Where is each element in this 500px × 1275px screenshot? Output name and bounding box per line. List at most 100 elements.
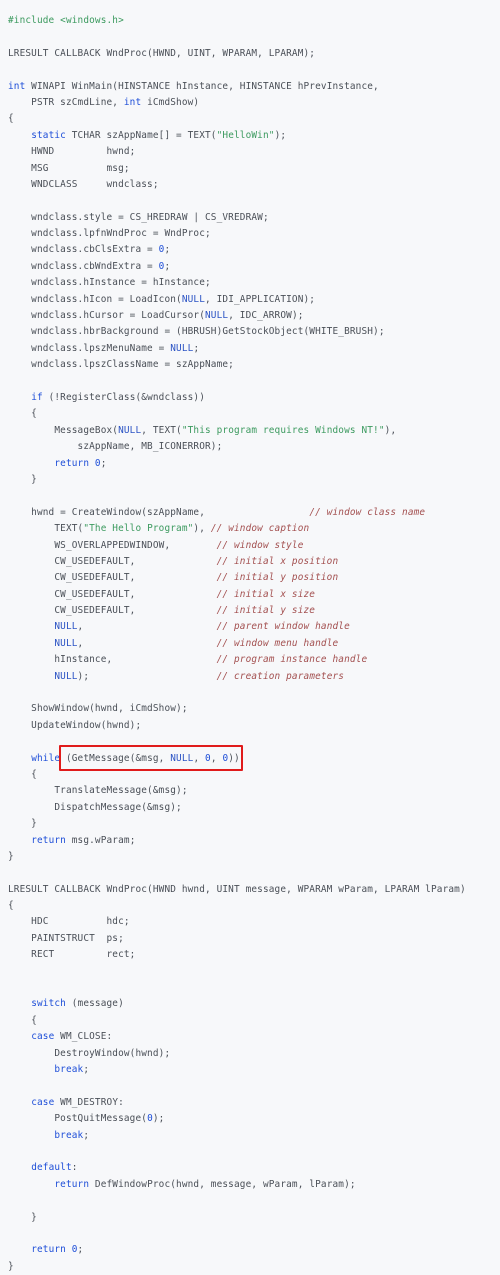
code-token-plain: PSTR szCmdLine, [8,96,124,108]
code-token-plain: )) [228,752,240,764]
code-token-plain: ), [193,523,211,535]
code-token-plain: WINAPI WinMain(HINSTANCE hInstance, HINS… [25,80,379,92]
code-token-plain: LRESULT CALLBACK WndProc(HWND, UINT, WPA… [8,47,316,59]
code-token-cmt: // window style [216,539,304,551]
code-line: } [0,816,500,832]
code-token-const: NULL [205,310,229,322]
code-token-plain: { [8,900,14,912]
code-token-plain: ; [83,1064,90,1075]
code-line: hInstance, // program instance handle [0,652,500,668]
code-token-plain: wndclass.cbWndExtra = [8,260,159,272]
code-token-plain: } [8,1211,37,1223]
code-line: CW_USEDEFAULT, // initial y size [0,603,500,619]
code-token-plain: TEXT( [8,523,84,535]
code-token-kw: return [31,834,66,846]
code-line: wndclass.hInstance = hInstance; [0,275,500,291]
code-token-const: NULL [54,637,78,649]
code-token-const: NULL [118,424,142,436]
code-token-plain: , [77,621,217,633]
code-line: { [0,111,500,127]
code-line: return msg.wParam; [0,833,500,849]
code-token-plain: , [77,637,217,649]
code-token-kw: int [123,96,142,108]
code-line: { [0,767,500,783]
code-token-plain: { [8,113,14,125]
code-line: wndclass.hCursor = LoadCursor(NULL, IDC_… [0,308,500,324]
code-token-plain: CW_USEDEFAULT, [8,605,217,617]
code-token-plain: szAppName, MB_ICONERROR); [8,441,223,453]
code-line: CW_USEDEFAULT, // initial x position [0,554,500,570]
code-token-plain: MSG msg; [8,162,130,174]
code-line: PAINTSTRUCT ps; [0,931,500,947]
code-token-plain: ); [152,1113,165,1125]
code-token-plain: wndclass.hIcon = LoadIcon( [8,293,182,305]
code-line: RECT rect; [0,947,500,963]
code-token-plain: ); [274,129,287,141]
code-line: LRESULT CALLBACK WndProc(HWND hwnd, UINT… [0,882,500,898]
code-line: } [0,1210,500,1226]
code-token-plain: ), [384,424,397,436]
code-token-plain: UpdateWindow(hwnd); [8,719,142,731]
code-token-plain: msg.wParam; [65,834,136,846]
code-token-plain: WM_DESTROY: [54,1096,124,1108]
code-token-kw: while [31,752,61,764]
code-token-plain: , IDI_APPLICATION); [205,293,316,305]
code-token-kw: return [54,457,90,469]
code-token-const: NULL [170,342,194,354]
code-token-plain: hInstance, [8,654,217,666]
code-token-kw: int [8,80,26,92]
code-token-plain: ); [77,670,217,682]
code-line: { [0,1013,500,1029]
code-token-kw: case [31,1096,55,1108]
code-token-plain: } [8,850,14,862]
code-token-plain: RECT rect; [8,949,136,961]
code-token-pre: #include <windows.h> [8,15,124,26]
code-token-plain: , [193,752,206,764]
code-line: LRESULT CALLBACK WndProc(HWND, UINT, WPA… [0,46,500,62]
code-token-const: NULL [54,621,78,633]
code-token-kw: break [54,1064,84,1075]
code-line: WS_OVERLAPPEDWINDOW, // window style [0,538,500,554]
code-line: MessageBox(NULL, TEXT("This program requ… [0,423,500,439]
code-token-plain: DefWindowProc(hwnd, message, wParam, lPa… [89,1178,356,1190]
code-line: #include <windows.h> [0,13,500,29]
code-token-const: NULL [181,293,206,305]
code-line: break; [0,1128,500,1144]
code-token-plain: (message) [65,998,124,1010]
code-line: default: [0,1160,500,1176]
code-token-cmt: // window menu handle [216,637,339,649]
code-token-plain: HWND hwnd; [8,146,136,158]
code-line: if (!RegisterClass(&wndclass)) [0,390,500,406]
code-line: case WM_DESTROY: [0,1095,500,1111]
code-line: UpdateWindow(hwnd); [0,718,500,734]
code-token-plain: LRESULT CALLBACK WndProc(HWND hwnd, UINT… [8,883,466,895]
code-line: } [0,1259,500,1275]
code-line: } [0,472,500,488]
code-line: wndclass.cbWndExtra = 0; [0,259,500,275]
code-line: break; [0,1062,500,1078]
code-token-plain: (GetMessage(&msg, [60,752,171,764]
code-token-kw: return [31,1244,66,1256]
code-token-plain: wndclass.hbrBackground = (HBRUSH)GetStoc… [8,326,385,338]
code-token-plain: wndclass.hInstance = hInstance; [8,277,211,289]
code-token-plain: hwnd = CreateWindow(szAppName, [8,506,310,518]
code-line: wndclass.cbClsExtra = 0; [0,242,500,258]
code-token-plain: wndclass.hCursor = LoadCursor( [8,310,206,322]
code-token-plain: DestroyWindow(hwnd); [8,1047,171,1059]
code-token-str: "This program requires Windows NT!" [181,424,385,436]
code-token-plain: WNDCLASS wndclass; [8,178,159,190]
code-token-plain: } [8,1260,14,1272]
